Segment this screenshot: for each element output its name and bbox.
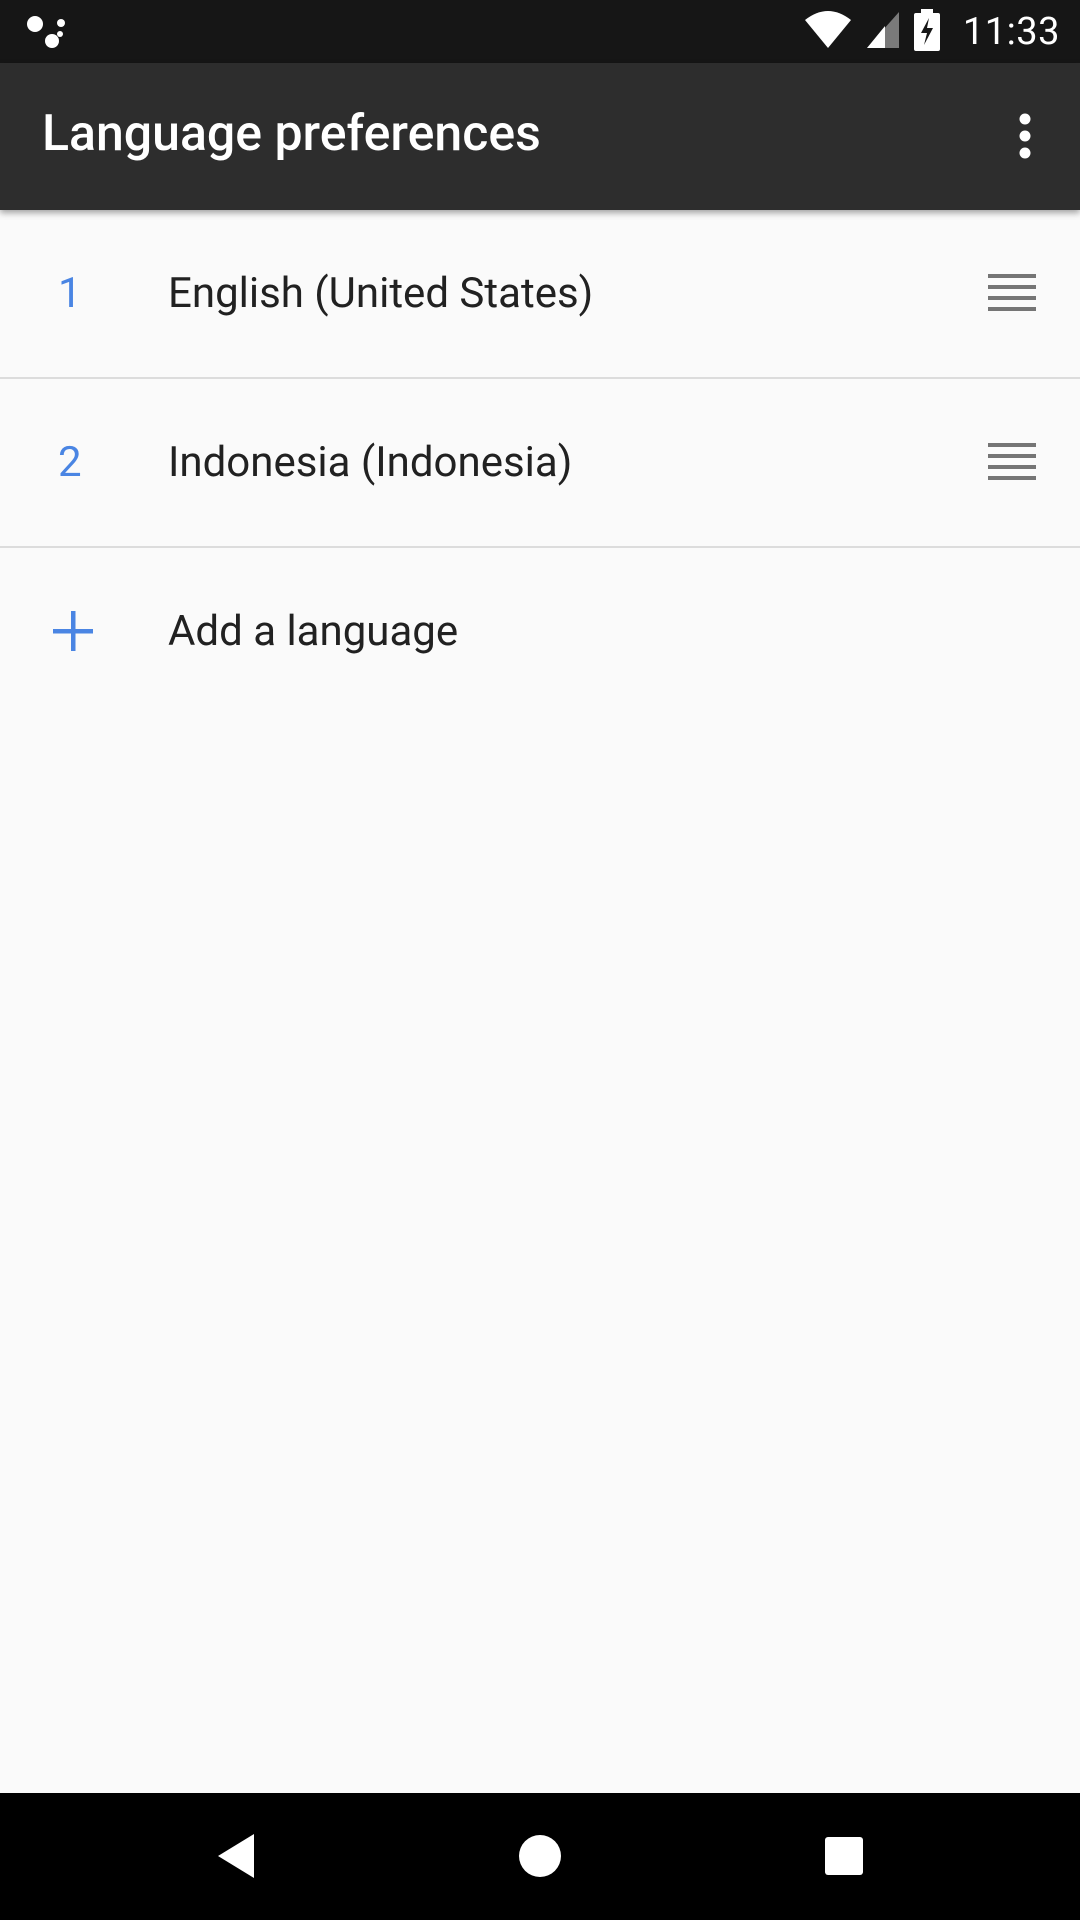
- back-icon[interactable]: [206, 1826, 266, 1886]
- language-label: English (United States): [168, 269, 594, 318]
- add-language-label: Add a language: [168, 607, 459, 656]
- language-list: 1 English (United States) 2 Indonesia (I…: [0, 210, 1080, 1793]
- language-item-english[interactable]: 1 English (United States): [0, 210, 1080, 379]
- wifi-icon: [803, 10, 853, 54]
- drag-handle-icon[interactable]: [988, 441, 1036, 483]
- language-rank: 2: [58, 438, 82, 487]
- recents-icon[interactable]: [814, 1826, 874, 1886]
- home-icon[interactable]: [510, 1826, 570, 1886]
- overflow-menu-icon[interactable]: [992, 103, 1058, 169]
- drag-handle-icon[interactable]: [988, 272, 1036, 314]
- navigation-bar: [0, 1793, 1080, 1920]
- status-bar: 11:33: [0, 0, 1080, 63]
- status-icons: 11:33: [803, 0, 1060, 63]
- language-rank: 1: [58, 269, 82, 318]
- language-label: Indonesia (Indonesia): [168, 438, 573, 487]
- status-time: 11:33: [962, 9, 1060, 54]
- plus-icon: [50, 608, 96, 654]
- page-title: Language preferences: [42, 105, 541, 163]
- assistant-dots-icon: [26, 14, 70, 50]
- signal-icon: [865, 10, 901, 54]
- screen: 11:33 Language preferences 1 English (Un…: [0, 0, 1080, 1920]
- add-language-button[interactable]: Add a language: [0, 548, 1080, 715]
- battery-charging-icon: [913, 8, 941, 55]
- language-item-indonesia[interactable]: 2 Indonesia (Indonesia): [0, 379, 1080, 548]
- app-bar: Language preferences: [0, 63, 1080, 210]
